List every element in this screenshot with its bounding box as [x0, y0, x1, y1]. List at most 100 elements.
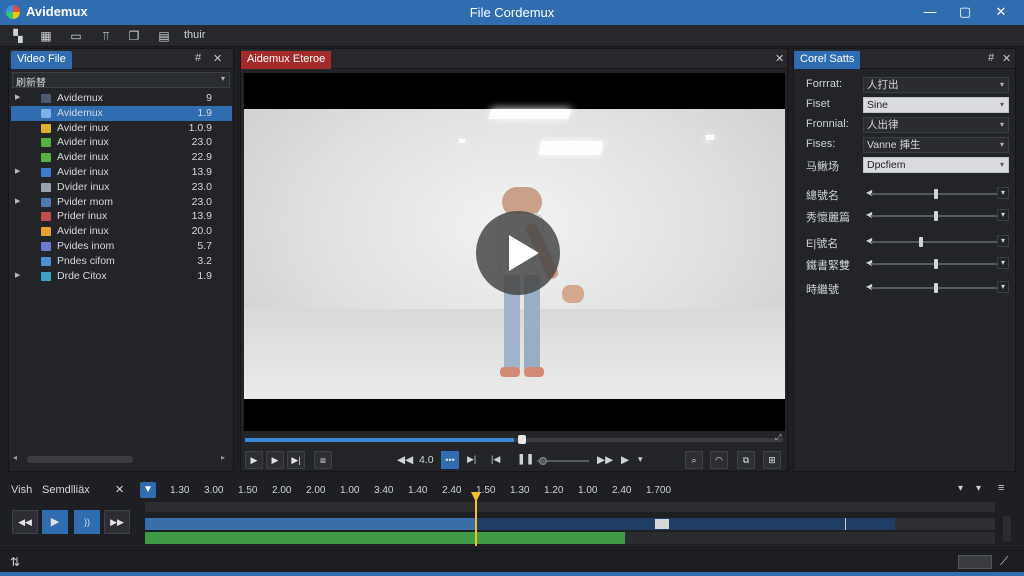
slider-track[interactable] — [871, 237, 997, 247]
minimize-icon[interactable]: — — [919, 2, 941, 22]
copy-icon[interactable]: ❐ — [126, 28, 142, 44]
file-list-item[interactable]: Prider inux 13.9 — [11, 209, 232, 224]
properties-icon[interactable]: ▤ — [156, 28, 172, 44]
step-button[interactable]: )) — [74, 510, 100, 534]
next-frame-button[interactable]: ▶| — [287, 451, 305, 469]
next-keyframe-icon[interactable]: ▶| — [467, 454, 476, 465]
status-toggle[interactable] — [958, 555, 992, 569]
file-list-item[interactable]: Avider inux 1.0.9 — [11, 121, 232, 136]
field-select[interactable]: Dpcfiem ▾ — [863, 157, 1009, 173]
slider-track[interactable] — [871, 283, 997, 293]
slider-knob[interactable] — [934, 211, 938, 221]
horizontal-scrollbar[interactable]: ◂ ▸ — [13, 453, 231, 465]
file-list-item[interactable]: Avider inux 22.9 — [11, 150, 232, 165]
filter-icon[interactable]: ▼ — [140, 482, 156, 498]
chevron-down-icon[interactable]: ▾ — [976, 483, 981, 494]
dropdown-icon[interactable]: ▾ — [638, 454, 643, 465]
close-icon[interactable]: ✕ — [115, 483, 124, 496]
file-list-item[interactable]: Avider inux 23.0 — [11, 135, 232, 150]
expand-arrow-icon[interactable]: ▶ — [15, 167, 20, 175]
expand-arrow-icon[interactable]: ▶ — [15, 93, 20, 101]
menu-icon[interactable]: ≡ — [998, 482, 1004, 494]
close-panel-icon[interactable]: ✕ — [213, 52, 222, 65]
rewind-icon[interactable]: ◀◀ — [397, 454, 413, 466]
file-list-item[interactable]: Avidemux 1.9 — [11, 105, 232, 121]
playhead[interactable] — [475, 496, 477, 546]
export-icon[interactable]: ⧉ — [737, 451, 755, 469]
segment-button[interactable]: ⧈ — [314, 451, 332, 469]
tab-video-file[interactable]: Video File — [11, 51, 72, 69]
slider-menu-icon[interactable]: ▾ — [997, 187, 1009, 199]
file-list-item[interactable]: Dvider inux 23.0 — [11, 180, 232, 195]
step-forward-button[interactable]: ▶ — [266, 451, 284, 469]
save-icon[interactable]: ▭ — [68, 28, 84, 44]
prev-keyframe-icon[interactable]: |◀ — [491, 454, 500, 465]
forward-button[interactable]: ▶▶ — [104, 510, 130, 534]
close-panel-icon[interactable]: ✕ — [775, 52, 784, 65]
video-segment[interactable] — [145, 518, 475, 530]
transfer-icon[interactable]: ⇅ — [10, 555, 20, 569]
segment-marker[interactable] — [655, 519, 669, 529]
vertical-scrollbar[interactable] — [1003, 516, 1011, 542]
info-icon[interactable]: ▦ — [38, 28, 54, 44]
slider-knob[interactable] — [918, 237, 923, 247]
volume-slider[interactable] — [537, 457, 589, 465]
tab-settings[interactable]: Corel Satts — [794, 51, 861, 69]
close-panel-icon[interactable]: ✕ — [1002, 52, 1011, 65]
scroll-left-icon[interactable]: ◂ — [13, 453, 17, 462]
play-small-icon[interactable]: ▶ — [621, 454, 629, 466]
maximize-icon[interactable]: ▢ — [954, 2, 976, 22]
folder-combo[interactable]: 刷新替 ▾ — [12, 72, 230, 89]
marker-button[interactable]: ••• — [441, 451, 459, 469]
slider-knob[interactable] — [934, 259, 938, 269]
toolbar-label[interactable]: thuir — [184, 29, 205, 41]
slider-menu-icon[interactable]: ▾ — [997, 209, 1009, 221]
video-track[interactable] — [145, 518, 895, 530]
pin-icon[interactable]: # — [988, 52, 994, 64]
field-select[interactable]: Sine ▾ — [863, 97, 1009, 113]
play-button[interactable]: ▶ — [42, 510, 68, 534]
rewind-button[interactable]: ◀◀ — [12, 510, 38, 534]
video-viewport[interactable] — [244, 73, 785, 431]
seek-bar[interactable]: ⤢ — [245, 433, 783, 444]
fast-forward-icon[interactable]: ▶▶ — [597, 454, 613, 466]
expand-icon[interactable]: ⤢ — [775, 433, 781, 443]
slider-knob[interactable] — [934, 189, 938, 199]
playhead-handle[interactable] — [471, 492, 481, 502]
file-list-item[interactable]: ▶ Avider inux 13.9 — [11, 165, 232, 180]
open-icon[interactable]: ▚ — [10, 28, 26, 44]
expand-arrow-icon[interactable]: ▶ — [15, 271, 20, 279]
volume-knob[interactable] — [539, 457, 547, 465]
file-list-item[interactable]: ▶ Pvider mom 23.0 — [11, 195, 232, 210]
file-list-item[interactable]: Pndes cifom 3.2 — [11, 254, 232, 269]
slider-track[interactable] — [871, 259, 997, 269]
file-list-item[interactable]: ▶ Drde Citox 1.9 — [11, 269, 232, 284]
field-select[interactable]: Vanne 挿生 ▾ — [863, 137, 1009, 153]
file-list-item[interactable]: ▶ Avidemux 9 — [11, 91, 232, 106]
slider-knob[interactable] — [934, 283, 938, 293]
seek-handle[interactable] — [518, 435, 526, 444]
scroll-right-icon[interactable]: ▸ — [221, 453, 225, 462]
file-list-item[interactable]: Avider inux 20.0 — [11, 224, 232, 239]
tool-icon[interactable]: ⫪ — [98, 28, 114, 44]
tab-preview[interactable]: Aidemux Eteroe — [241, 51, 332, 69]
field-select[interactable]: 人出律 ▾ — [863, 117, 1009, 133]
slider-track[interactable] — [871, 189, 997, 199]
slider-menu-icon[interactable]: ▾ — [997, 257, 1009, 269]
field-select[interactable]: 人打出 ▾ — [863, 77, 1009, 93]
pin-icon[interactable]: # — [195, 52, 201, 64]
close-icon[interactable]: ✕ — [990, 2, 1012, 22]
pause-icon[interactable]: ❚❚ — [517, 453, 535, 465]
slider-menu-icon[interactable]: ▾ — [997, 281, 1009, 293]
resize-grip-icon[interactable]: ⟋ — [1000, 554, 1008, 569]
expand-arrow-icon[interactable]: ▶ — [15, 197, 20, 205]
grid-icon[interactable]: ⊞ — [763, 451, 781, 469]
zoom-icon[interactable]: ⌕ — [685, 451, 703, 469]
scrollbar-thumb[interactable] — [27, 456, 133, 463]
settings-icon[interactable]: ▾ — [958, 483, 963, 494]
slider-menu-icon[interactable]: ▾ — [997, 235, 1009, 247]
slider-track[interactable] — [871, 211, 997, 221]
file-list-item[interactable]: Pvides inom 5.7 — [11, 239, 232, 254]
audio-track[interactable] — [145, 532, 625, 544]
play-button[interactable]: ▶ — [245, 451, 263, 469]
